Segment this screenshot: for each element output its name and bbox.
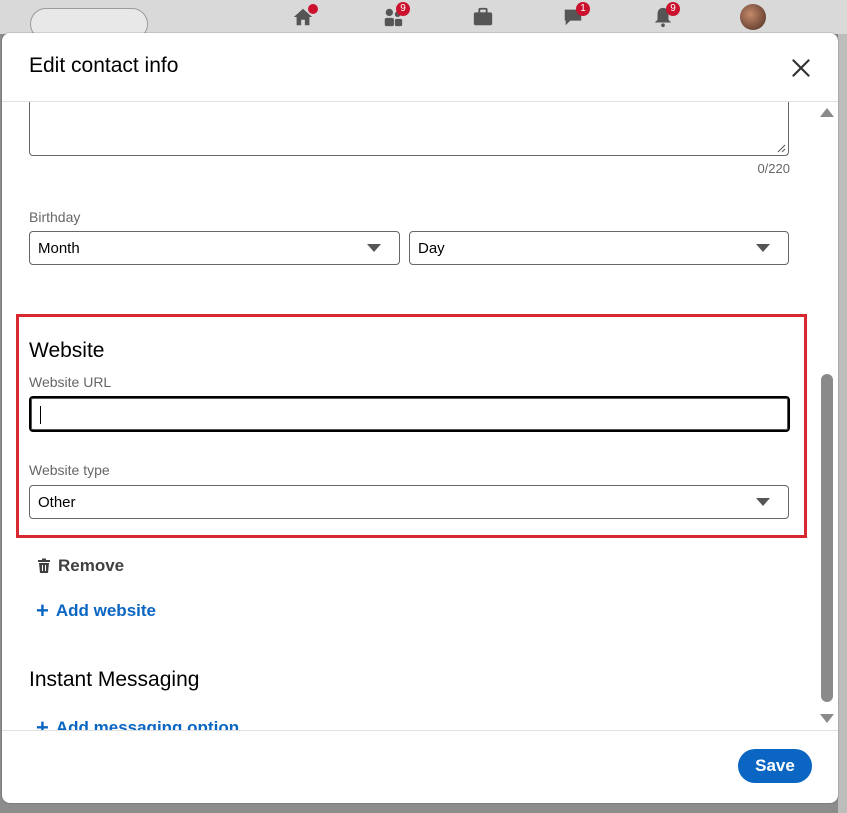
messaging-badge: 1 (576, 2, 590, 16)
chevron-down-icon (367, 244, 381, 252)
remove-website-button[interactable]: Remove (36, 554, 124, 578)
plus-icon: + (36, 598, 49, 623)
text-cursor (40, 406, 41, 424)
close-button[interactable] (788, 55, 814, 81)
avatar[interactable] (740, 4, 766, 30)
scrollbar-thumb[interactable] (821, 374, 833, 702)
website-type-label: Website type (29, 462, 110, 478)
trash-icon (38, 558, 50, 573)
network-icon[interactable]: 9 (382, 2, 410, 28)
birthday-month-value: Month (38, 240, 80, 257)
modal-title: Edit contact info (29, 54, 179, 77)
resize-grip-icon[interactable] (776, 143, 786, 153)
messaging-icon[interactable]: 1 (562, 2, 590, 28)
website-heading: Website (29, 339, 105, 362)
close-icon (792, 59, 810, 77)
address-textarea[interactable] (29, 102, 789, 156)
website-url-input[interactable] (29, 396, 790, 432)
add-messaging-option-label: Add messaging option (55, 718, 240, 730)
notifications-bell-icon[interactable]: 9 (652, 2, 680, 28)
modal-footer: Save (2, 730, 838, 803)
website-type-select[interactable]: Other (29, 485, 789, 519)
address-char-count: 0/220 (757, 161, 790, 176)
network-badge: 9 (396, 2, 410, 16)
notifications-badge: 9 (666, 2, 680, 16)
home-badge (308, 4, 318, 14)
scroll-down-arrow-icon[interactable] (820, 714, 834, 723)
plus-icon: + (36, 715, 49, 731)
remove-label: Remove (58, 556, 125, 575)
instant-messaging-heading: Instant Messaging (29, 668, 200, 691)
add-website-label: Add website (55, 601, 156, 620)
home-icon[interactable] (292, 4, 318, 28)
modal-body: 0/220 Birthday Month Day Website Website… (2, 102, 838, 730)
edit-contact-info-modal: Edit contact info 0/220 Birthday Month D… (2, 33, 838, 803)
birthday-label: Birthday (29, 209, 81, 225)
save-button[interactable]: Save (738, 749, 812, 783)
add-website-button[interactable]: + Add website (36, 599, 156, 623)
scroll-up-arrow-icon[interactable] (820, 108, 834, 117)
chevron-down-icon (756, 244, 770, 252)
modal-header: Edit contact info (2, 33, 838, 102)
background-page-edge (838, 34, 847, 813)
birthday-day-select[interactable]: Day (409, 231, 789, 265)
birthday-day-value: Day (418, 240, 445, 257)
birthday-month-select[interactable]: Month (29, 231, 400, 265)
chevron-down-icon (756, 498, 770, 506)
add-messaging-option-button[interactable]: + Add messaging option (36, 715, 240, 731)
jobs-icon[interactable] (472, 6, 494, 28)
website-url-label: Website URL (29, 374, 112, 390)
background-nav-bar: 9 1 9 (0, 0, 847, 40)
website-type-value: Other (38, 494, 76, 511)
